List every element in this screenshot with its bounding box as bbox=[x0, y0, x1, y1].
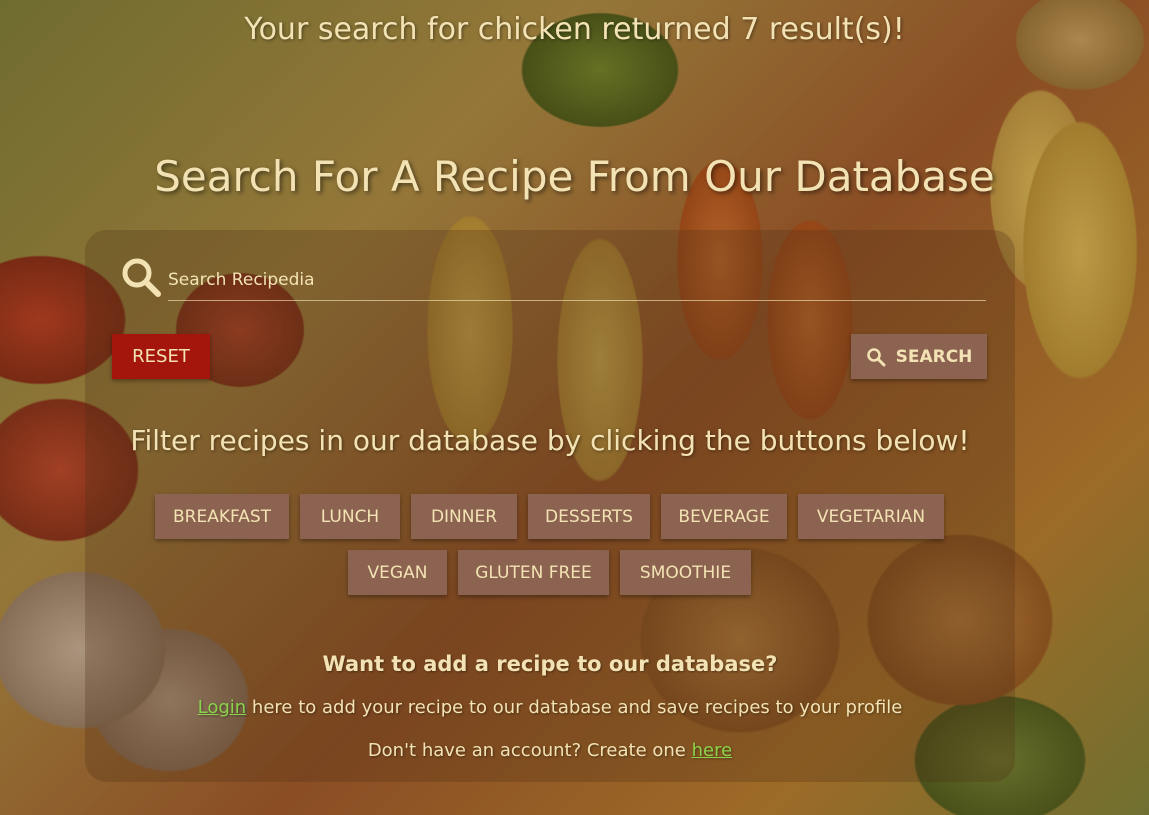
filter-gluten-free-button[interactable]: GLUTEN FREE bbox=[458, 550, 609, 595]
signup-prompt: Don't have an account? Create one here bbox=[0, 740, 1100, 761]
filter-vegetarian-button[interactable]: VEGETARIAN bbox=[798, 494, 944, 539]
filter-breakfast-button[interactable]: BREAKFAST bbox=[155, 494, 289, 539]
filter-lunch-button[interactable]: LUNCH bbox=[300, 494, 400, 539]
login-link[interactable]: Login bbox=[198, 697, 247, 718]
login-prompt-text: here to add your recipe to our database … bbox=[246, 697, 903, 718]
filter-heading: Filter recipes in our database by clicki… bbox=[130, 424, 970, 457]
search-bar bbox=[120, 256, 988, 304]
search-button[interactable]: SEARCH bbox=[851, 334, 987, 379]
filter-desserts-button[interactable]: DESSERTS bbox=[528, 494, 650, 539]
add-recipe-heading: Want to add a recipe to our database? bbox=[322, 652, 778, 676]
search-button-icon bbox=[866, 347, 886, 366]
signup-prompt-text: Don't have an account? Create one bbox=[367, 740, 692, 761]
signup-link[interactable]: here bbox=[692, 740, 733, 761]
login-prompt: Login here to add your recipe to our dat… bbox=[0, 697, 1100, 718]
reset-button[interactable]: RESET bbox=[112, 334, 210, 379]
search-icon bbox=[122, 258, 161, 297]
search-button-label: SEARCH bbox=[895, 346, 973, 367]
search-input[interactable] bbox=[168, 260, 986, 301]
filter-vegan-button[interactable]: VEGAN bbox=[348, 550, 447, 595]
search-result-message: Your search for chicken returned 7 resul… bbox=[244, 12, 905, 47]
page-content: Your search for chicken returned 7 resul… bbox=[0, 0, 1149, 815]
filter-smoothie-button[interactable]: SMOOTHIE bbox=[620, 550, 751, 595]
page-title: Search For A Recipe From Our Database bbox=[154, 152, 995, 201]
filter-dinner-button[interactable]: DINNER bbox=[411, 494, 517, 539]
filter-beverage-button[interactable]: BEVERAGE bbox=[661, 494, 787, 539]
